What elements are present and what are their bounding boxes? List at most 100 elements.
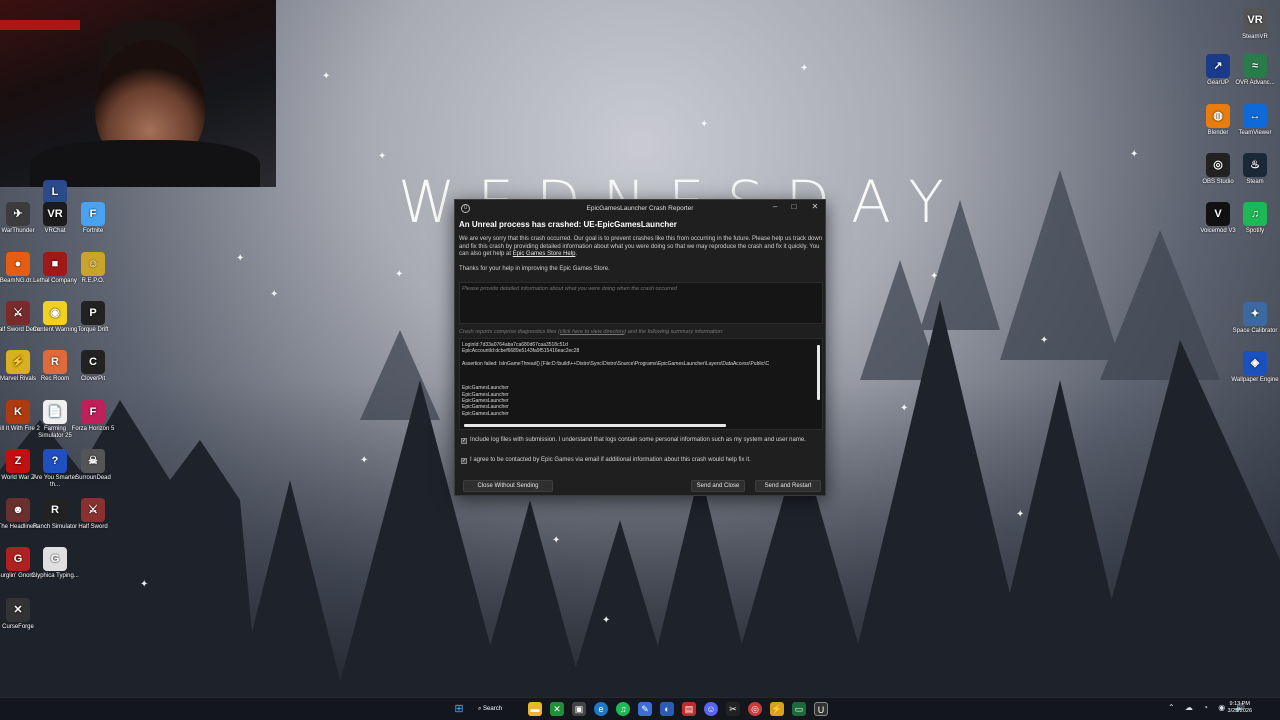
desktop-icon-label: R.E.P.O.	[81, 278, 105, 284]
app-icon: ?	[43, 449, 67, 473]
send-and-close-button[interactable]: Send and Close	[691, 480, 745, 492]
help-link[interactable]: Epic Games Store Help	[513, 251, 576, 257]
log-vertical-scrollbar[interactable]	[817, 345, 820, 400]
app-icon: ✕	[6, 598, 30, 622]
desktop-icon-label: VRChat	[44, 228, 66, 234]
desktop-icon-label: Half Sword	[78, 524, 108, 530]
app-icon: ↔	[1243, 104, 1267, 128]
diag-suffix: ) and the following summary information:	[624, 329, 724, 335]
desktop-icon-steam[interactable]: ♨ Steam	[1231, 153, 1279, 186]
thanks-text: Thanks for your help in improving the Ep…	[459, 266, 610, 272]
desktop-icon-label: SteamVR	[1242, 34, 1268, 40]
desktop-icon-label: Steam	[1246, 179, 1264, 185]
desktop-icon-ovr-advanc[interactable]: ≈ OVR Advanc...	[1231, 54, 1279, 87]
app-icon: G	[43, 547, 67, 571]
app-icon: ☻	[6, 498, 30, 522]
app-icon: ⚔	[6, 301, 30, 325]
app-icon: ≈	[1243, 54, 1267, 78]
crash-description-box[interactable]	[459, 282, 823, 324]
file-explorer-icon[interactable]: ▬	[528, 702, 542, 716]
log-line: EpicGamesLauncher	[462, 410, 509, 417]
desktop-icon-r-e-p-o[interactable]: ☺ R.E.P.O.	[69, 252, 117, 285]
app-icon: R	[43, 350, 67, 374]
window-titlebar[interactable]: U EpicGamesLauncher Crash Reporter – □ ✕	[455, 200, 825, 216]
app-icon[interactable]: ✎	[638, 702, 652, 716]
contact-checkbox[interactable]: ✓	[461, 458, 467, 464]
app-icon: Z	[6, 449, 30, 473]
xbox-icon[interactable]: ✕	[550, 702, 564, 716]
desktop-icon-half-sword[interactable]: ⚔ Half Sword	[69, 498, 117, 531]
crash-reporter-window: U EpicGamesLauncher Crash Reporter – □ ✕…	[454, 199, 826, 496]
maximize-button[interactable]: □	[788, 202, 800, 211]
view-directory-link[interactable]: click here to view directory	[560, 329, 625, 335]
desktop-icon-spotify[interactable]: ♫ Spotify	[1231, 202, 1279, 235]
include-logs-checkbox-row[interactable]: ✓ Include log files with submission. I un…	[461, 437, 817, 445]
desktop-icon-cloverpit[interactable]: C CloverPit	[69, 350, 117, 383]
desktop-icon-label: Rec Room	[40, 376, 70, 382]
log-horizontal-scrollbar[interactable]	[464, 424, 726, 427]
desktop-icon-label: TeamViewer	[1238, 130, 1272, 136]
discord-alt-icon[interactable]: ◐	[660, 702, 674, 716]
include-logs-checkbox[interactable]: ✓	[461, 438, 467, 444]
app-icon-2[interactable]: ▭	[792, 702, 806, 716]
desktop-icon-label: Spotify	[1245, 228, 1265, 234]
desktop-icon-fortnite[interactable]: F Fortnite	[69, 202, 117, 235]
desktop-icon-curseforge[interactable]: ✕ CurseForge	[0, 598, 42, 631]
desktop-icon-teamviewer[interactable]: ↔ TeamViewer	[1231, 104, 1279, 137]
desktop-icon-label: GearUP	[1207, 80, 1229, 86]
desktop-icon-steamvr[interactable]: VR SteamVR	[1231, 8, 1279, 41]
epic-games-icon[interactable]: U	[814, 702, 828, 716]
diagnostics-intro: Crash reports comprise diagnostics files…	[459, 329, 723, 335]
app-icon: ✦	[1243, 302, 1267, 326]
minimize-button[interactable]: –	[769, 202, 781, 211]
app-launcher-icon[interactable]: ⚡	[770, 702, 784, 716]
desktop-icon-label: SurrounDead	[75, 475, 111, 481]
desktop-icon-torque-drift[interactable]: P Torque Drift	[69, 301, 117, 334]
app-icon: G	[6, 547, 30, 571]
desktop-icon-label: Glyphica Typing...	[31, 573, 79, 579]
clock-date: 3/25/2026	[1227, 708, 1252, 714]
terminal-icon[interactable]: ▣	[572, 702, 586, 716]
app-icon: R	[43, 498, 67, 522]
desktop-icon-label: Farming Simulator 25	[38, 426, 72, 439]
contact-label: I agree to be contacted by Epic Games vi…	[470, 457, 751, 463]
send-and-restart-button[interactable]: Send and Restart	[755, 480, 821, 492]
app-icon: V	[1206, 202, 1230, 226]
clock-time: 9:13 PM	[1229, 701, 1250, 707]
app-icon: ↗	[1206, 54, 1230, 78]
start-icon[interactable]: ⊞	[452, 702, 466, 716]
spotify-icon[interactable]: ♫	[616, 702, 630, 716]
edge-icon[interactable]: e	[594, 702, 608, 716]
log-line: Assertion failed: IsInGameThread() [File…	[462, 360, 770, 367]
app-icon: ♫	[1243, 202, 1267, 226]
capcut-icon[interactable]: ✂	[726, 702, 740, 716]
crash-description-input[interactable]	[462, 286, 820, 292]
app-icon: ◉	[43, 301, 67, 325]
close-button[interactable]: ✕	[809, 202, 821, 211]
discord-icon[interactable]: ☺	[704, 702, 718, 716]
contact-checkbox-row[interactable]: ✓ I agree to be contacted by Epic Games v…	[461, 457, 817, 465]
webcam-red-light	[0, 20, 80, 30]
app-icon: F	[81, 400, 105, 424]
desktop-icon-glyphica-typing[interactable]: G Glyphica Typing...	[31, 547, 79, 580]
desktop-icon-forza-horizon-5[interactable]: F Forza Horizon 5	[69, 400, 117, 433]
close-without-sending-button[interactable]: Close Without Sending	[463, 480, 553, 492]
crash-log-box[interactable]: LoginId:7d33a0764aba7ca680d67caa3518c51d…	[459, 338, 823, 430]
app-icon: ⚡	[6, 350, 30, 374]
desktop-icon-space-calibrator[interactable]: ✦ Space Calibrator	[1231, 302, 1279, 335]
clock[interactable]: 9:13 PM 3/25/2026	[1228, 701, 1252, 715]
app-icon: 📄	[43, 400, 67, 424]
app-icon: F	[81, 202, 105, 226]
desktop-icon-wallpaper-engine[interactable]: ◈ Wallpaper Engine	[1231, 351, 1279, 384]
include-logs-label: Include log files with submission. I und…	[470, 437, 806, 443]
app-icon: C	[81, 350, 105, 374]
taskbar-search[interactable]: ⌕ Search	[478, 702, 520, 716]
chrome-icon[interactable]: ◎	[748, 702, 762, 716]
desktop-icon-label: OBS Studio	[1202, 179, 1234, 185]
app-icon: ⚔	[81, 498, 105, 522]
desktop-icon-surroundead[interactable]: ☠ SurrounDead	[69, 449, 117, 482]
calendar-icon[interactable]: ▤	[682, 702, 696, 716]
app-icon: ♨	[1243, 153, 1267, 177]
crash-heading: An Unreal process has crashed: UE-EpicGa…	[459, 220, 677, 229]
taskbar: ⊞ ⌕ Search ▬ ✕ ▣ e ♫ ✎ ◐ ▤ ☺ ✂ ◎ ⚡ ▭ U ⌃…	[0, 697, 1280, 720]
